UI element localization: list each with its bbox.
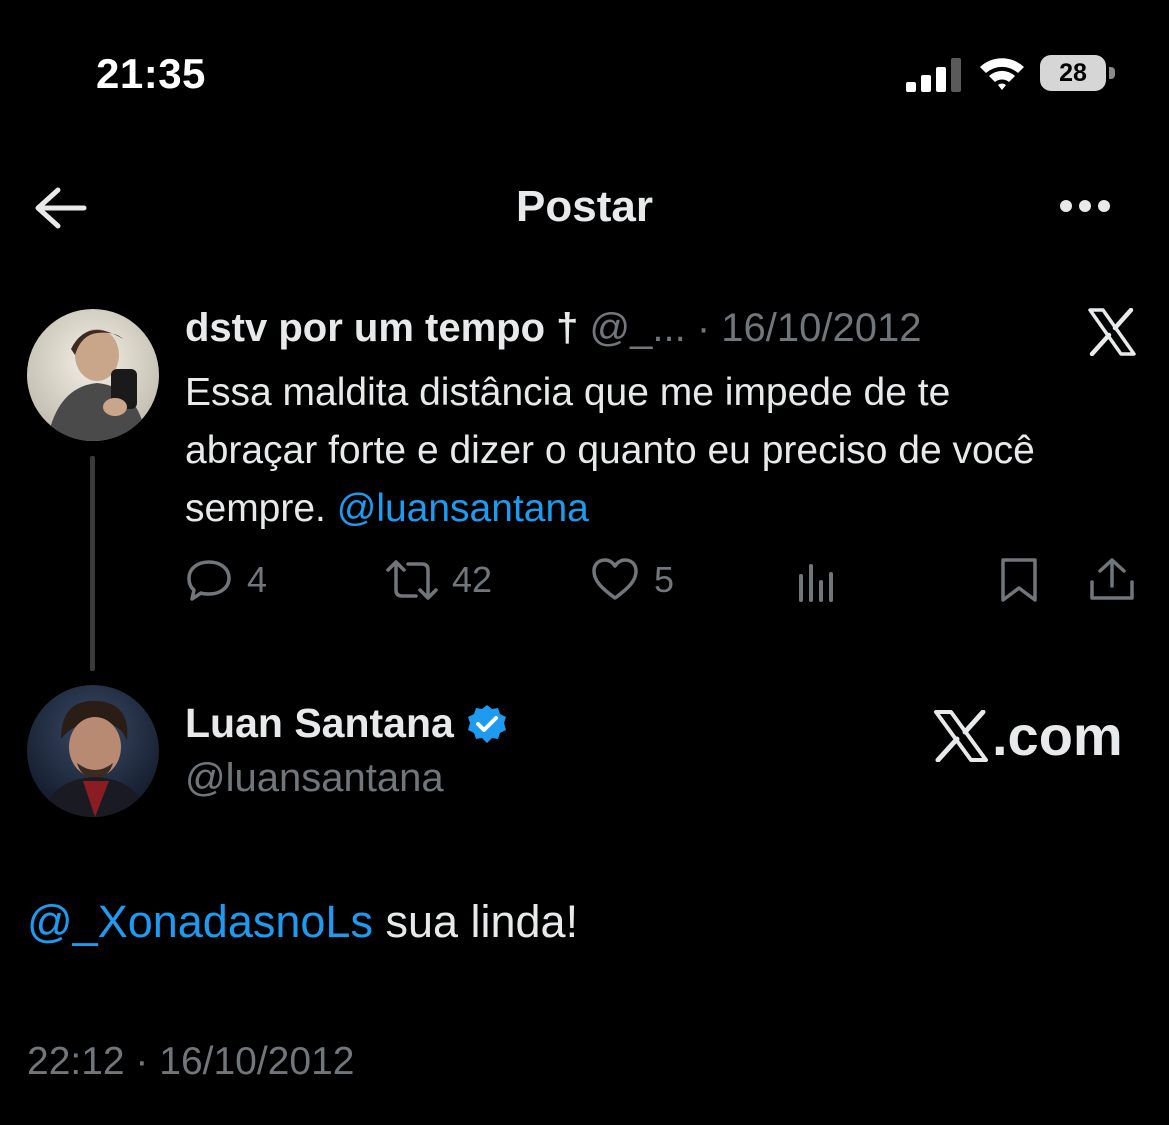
author-name[interactable]: Luan Santana — [185, 700, 508, 747]
author-name[interactable]: dstv por um tempo † — [185, 306, 578, 350]
author-handle[interactable]: @luansantana — [185, 756, 444, 801]
more-options-button[interactable] — [1052, 190, 1118, 224]
reply-button[interactable]: 4 — [185, 556, 267, 604]
battery-icon: 28 — [1040, 55, 1116, 93]
views-icon[interactable] — [795, 560, 839, 604]
watermark-domain: .com — [992, 704, 1123, 767]
x-com-watermark: .com — [932, 703, 1123, 768]
reply-count: 4 — [247, 559, 268, 600]
repost-icon — [386, 560, 438, 600]
tweet1-header: dstv por um tempo † @_... · 16/10/2012 — [185, 306, 921, 351]
status-time: 21:35 — [96, 50, 206, 97]
like-button[interactable]: 5 — [590, 556, 674, 604]
author-name-text: Luan Santana — [185, 700, 454, 746]
tweet-date: · 16/10/2012 — [696, 306, 922, 350]
x-logo-icon — [934, 709, 988, 762]
like-icon — [592, 558, 638, 600]
verified-icon — [467, 704, 506, 743]
bookmark-icon[interactable] — [997, 556, 1041, 604]
mention-link[interactable]: @luansantana — [337, 487, 589, 530]
author-handle[interactable]: @_... — [590, 306, 686, 350]
repost-button[interactable]: 42 — [384, 556, 492, 604]
tweet-body: Essa maldita distância que me impede de … — [185, 371, 1035, 530]
wifi-icon — [980, 58, 1024, 90]
repost-count: 42 — [452, 559, 493, 600]
battery-percentage: 28 — [1059, 59, 1087, 87]
tweet-text: Essa maldita distância que me impede de … — [185, 364, 1085, 538]
page-title: Postar — [516, 182, 653, 231]
thread-connector — [90, 456, 95, 671]
tweet-body: sua linda! — [385, 896, 579, 947]
avatar[interactable] — [27, 309, 159, 441]
cellular-signal-icon — [906, 58, 961, 92]
back-arrow-icon[interactable] — [30, 182, 90, 234]
x-logo-icon — [1088, 308, 1136, 356]
share-icon[interactable] — [1088, 556, 1136, 604]
like-count: 5 — [654, 559, 675, 600]
tweet-timestamp[interactable]: 22:12 · 16/10/2012 — [27, 1040, 354, 1084]
tweet-text: @_XonadasnoLs sua linda! — [27, 896, 578, 948]
mention-link[interactable]: @_XonadasnoLs — [27, 896, 373, 947]
reply-icon — [187, 560, 231, 601]
avatar[interactable] — [27, 685, 159, 817]
more-icon — [1060, 200, 1072, 212]
